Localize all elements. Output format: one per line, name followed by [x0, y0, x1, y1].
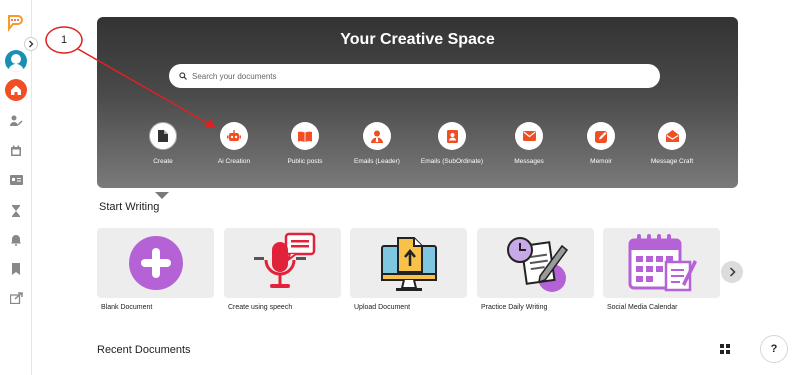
category-label: Emails (Leader): [354, 158, 400, 165]
category-label: Memoir: [590, 158, 612, 165]
card-create-using-speech[interactable]: Create using speech: [224, 228, 341, 311]
user-avatar[interactable]: [5, 50, 27, 72]
envelope-icon: [522, 131, 536, 141]
bookmark-icon[interactable]: [9, 262, 23, 276]
active-category-pointer: [155, 192, 169, 199]
category-emails-leader[interactable]: Emails (Leader): [337, 122, 417, 165]
leader-icon: [371, 130, 383, 143]
chevron-right-icon: [729, 267, 736, 277]
category-public-posts[interactable]: Public posts: [265, 122, 345, 165]
category-icon-wrap: [587, 122, 615, 150]
creative-space-hero: Your Creative Space Create Ai Creation P…: [97, 17, 738, 199]
contact-card-icon: [446, 129, 458, 143]
card-image: [477, 228, 594, 298]
envelope-open-icon: [665, 130, 679, 142]
recent-documents-title: Recent Documents: [97, 344, 191, 356]
grid-view-icon[interactable]: [720, 344, 730, 354]
calendar-edit-icon: [628, 234, 697, 292]
card-label: Create using speech: [228, 304, 293, 311]
category-label: Public posts: [287, 158, 323, 165]
search-icon: [179, 72, 187, 80]
document-icon: [158, 130, 168, 142]
sidebar-expand-button[interactable]: [24, 37, 38, 51]
hero-title: Your Creative Space: [340, 31, 495, 48]
card-label: Blank Document: [101, 304, 153, 311]
category-label: Emails (SubOrdinate): [420, 158, 484, 165]
card-label: Social Media Calendar: [607, 304, 678, 311]
upload-monitor-icon: [380, 237, 437, 291]
category-label: Messages: [514, 158, 544, 165]
category-icon-wrap: [220, 122, 248, 150]
plus-circle-icon: [128, 236, 183, 290]
category-icon-wrap: [291, 122, 319, 150]
pen-square-icon: [594, 130, 607, 143]
start-writing-title: Start Writing: [99, 201, 160, 213]
category-label: Ai Creation: [217, 158, 251, 165]
page: Your Creative Space Create Ai Creation P…: [0, 0, 800, 375]
sidebar: [0, 0, 32, 375]
category-emails-subordinate[interactable]: Emails (SubOrdinate): [412, 122, 492, 165]
help-button[interactable]: ?: [760, 335, 788, 363]
microphone-chat-icon: [253, 232, 315, 288]
card-blank-document[interactable]: Blank Document: [97, 228, 214, 311]
category-icon-wrap: [658, 122, 686, 150]
robot-icon: [227, 130, 241, 141]
card-label: Upload Document: [354, 304, 411, 311]
home-icon[interactable]: [5, 79, 27, 101]
category-messages[interactable]: Messages: [489, 122, 569, 165]
clock-notepad-icon: [506, 237, 568, 292]
category-message-craft[interactable]: Message Craft: [632, 122, 712, 165]
chevron-right-icon: [29, 40, 34, 48]
category-memoir[interactable]: Memoir: [561, 122, 641, 165]
calendar-icon[interactable]: [9, 144, 23, 158]
category-icon-wrap: [515, 122, 543, 150]
app-logo-icon[interactable]: [6, 14, 24, 32]
category-label: Create: [153, 158, 173, 165]
book-open-icon: [298, 131, 312, 142]
id-card-icon[interactable]: [9, 173, 23, 187]
share-icon[interactable]: [9, 291, 23, 305]
card-image: [97, 228, 214, 298]
card-social-media-calendar[interactable]: Social Media Calendar: [603, 228, 720, 311]
annotation-number: 1: [60, 34, 68, 46]
card-practice-daily-writing[interactable]: Practice Daily Writing: [477, 228, 594, 311]
bell-icon[interactable]: [9, 233, 23, 247]
card-image: [224, 228, 341, 298]
hourglass-icon[interactable]: [9, 204, 23, 218]
card-upload-document[interactable]: Upload Document: [350, 228, 467, 311]
people-edit-icon[interactable]: [9, 114, 23, 128]
category-ai-creation[interactable]: Ai Creation: [194, 122, 274, 165]
card-label: Practice Daily Writing: [481, 304, 548, 311]
category-icon-wrap: [363, 122, 391, 150]
carousel-next-button[interactable]: [721, 261, 743, 283]
category-icon-wrap: [438, 122, 466, 150]
search-bar[interactable]: [169, 64, 660, 88]
search-input[interactable]: [192, 71, 632, 81]
category-create[interactable]: Create: [123, 122, 203, 165]
card-image: [603, 228, 720, 298]
category-icon-wrap: [149, 122, 177, 150]
card-image: [350, 228, 467, 298]
category-label: Message Craft: [650, 158, 694, 165]
